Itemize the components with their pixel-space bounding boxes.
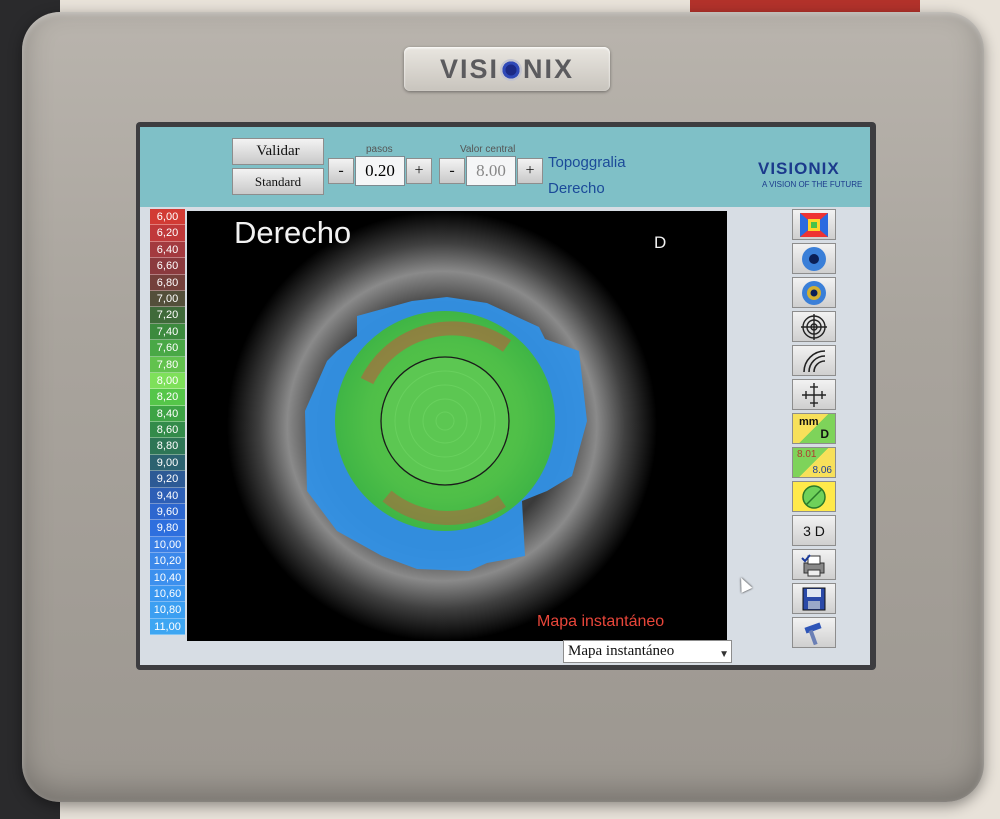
screen-logo-tagline: A VISION OF THE FUTURE [762, 180, 863, 189]
hammer-icon [804, 621, 822, 645]
steps-input[interactable]: 0.20 [355, 156, 405, 186]
scale-value: 8,40 [150, 405, 185, 423]
scale-value: 6,80 [150, 274, 185, 291]
mm-label: mm [799, 416, 819, 428]
color-map-icon [800, 212, 828, 237]
crosshair-button[interactable] [792, 379, 836, 410]
arcs-icon [803, 349, 826, 372]
scale-value: 10,40 [150, 569, 185, 586]
scale-value: 10,60 [150, 585, 185, 603]
scale-value: 9,20 [150, 471, 185, 488]
steps-decrease-button[interactable]: - [328, 158, 354, 184]
scale-value: 7,80 [150, 356, 185, 373]
scale-value: 7,60 [150, 340, 185, 357]
scale-value: 8,00 [150, 372, 185, 390]
scale-value: 9,00 [150, 454, 185, 472]
color-map-button[interactable] [792, 209, 836, 240]
scale-value: 6,00 [150, 209, 185, 226]
scale-value: 8,20 [150, 389, 185, 406]
screen: Validar Standard pasos - 0.20 + Valor ce… [140, 127, 870, 665]
eye-icon [802, 246, 826, 271]
target-icon [801, 313, 827, 340]
scale-value: 9,80 [150, 520, 185, 537]
scale-value: 9,60 [150, 504, 185, 521]
scale-value: 7,20 [150, 307, 185, 324]
steps-increase-button[interactable]: + [406, 158, 432, 184]
topography-map: Derecho D Mapa instantáneo [187, 211, 727, 641]
validate-button[interactable]: Validar [232, 138, 324, 165]
map-type-label: Mapa instantáneo [537, 613, 665, 630]
central-value-input[interactable]: 8.00 [466, 156, 516, 186]
central-value-label: Valor central [460, 144, 516, 155]
crosshair-icon [802, 382, 826, 407]
corneal-map-graphic [187, 211, 727, 641]
scale-value: 6,60 [150, 258, 185, 275]
scale-value: 7,00 [150, 290, 185, 308]
brand-eye-icon [500, 59, 522, 82]
arcs-button[interactable] [792, 345, 836, 376]
eye-rings-button[interactable] [792, 277, 836, 308]
scale-value: 8,60 [150, 422, 185, 439]
scale-value: 9,40 [150, 487, 185, 505]
scale-value: 6,20 [150, 225, 185, 242]
map-eye-indicator: D [654, 233, 667, 252]
central-zone [380, 356, 510, 486]
eye-rings-icon [802, 280, 826, 305]
scale-value: 10,20 [150, 553, 185, 570]
values-button[interactable]: 8.01 8.06 [792, 447, 836, 478]
value-1: 8.01 [797, 449, 817, 460]
scale-value: 6,40 [150, 241, 185, 259]
steps-label: pasos [366, 144, 393, 155]
print-button[interactable] [792, 549, 836, 580]
screen-logo: VISIONIX [758, 159, 840, 178]
value-2: 8.06 [812, 465, 832, 476]
central-value-increase-button[interactable]: + [517, 158, 543, 184]
brand-logo: VISI NIX [439, 53, 575, 84]
circle-slash-icon [802, 484, 826, 509]
scale-value: 7,40 [150, 323, 185, 341]
units-toggle-button[interactable]: mm D [792, 413, 836, 444]
map-type-select-value: Mapa instantáneo [568, 643, 675, 659]
chevron-down-icon: ▼ [719, 649, 729, 660]
scale-value: 10,80 [150, 602, 185, 619]
toolbar: Validar Standard pasos - 0.20 + Valor ce… [140, 127, 870, 207]
mouse-cursor-icon [735, 575, 753, 593]
tool-panel: mm D 8.01 8.06 3 D [792, 209, 838, 651]
printer-icon [801, 553, 825, 576]
floppy-disk-icon [802, 587, 826, 610]
mode-title: Topoggralia [548, 154, 626, 171]
scale-value: 8,80 [150, 438, 185, 455]
view-3d-button[interactable]: 3 D [792, 515, 836, 546]
eye-image-button[interactable] [792, 243, 836, 274]
target-rings-button[interactable] [792, 311, 836, 342]
no-pupil-button[interactable] [792, 481, 836, 512]
scale-value: 10,00 [150, 536, 185, 554]
map-type-select[interactable]: Mapa instantáneo ▼ [563, 640, 732, 663]
radius-color-scale: 6,00 6,20 6,40 6,60 6,80 7,00 7,20 7,40 7,60 7,80… [150, 209, 185, 636]
save-button[interactable] [792, 583, 836, 614]
map-title: Derecho [234, 215, 352, 250]
eye-side-label: Derecho [548, 180, 605, 197]
tools-button[interactable] [792, 617, 836, 648]
central-value-decrease-button[interactable]: - [439, 158, 465, 184]
brand-plate: VISI NIX [404, 47, 610, 91]
standard-button[interactable]: Standard [232, 168, 324, 195]
scale-value: 11,00 [150, 618, 185, 636]
diopter-label: D [820, 427, 829, 441]
